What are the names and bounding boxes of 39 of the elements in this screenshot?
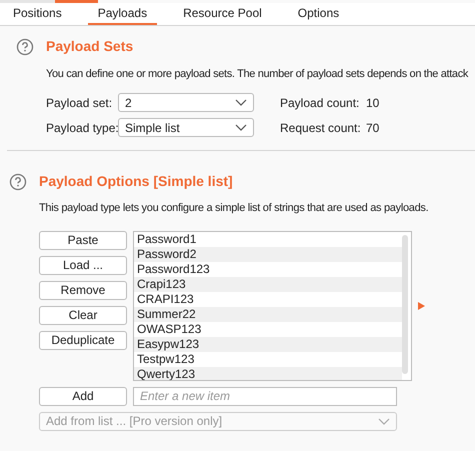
expand-arrow-icon[interactable] bbox=[418, 302, 425, 310]
field-label: Payload type: bbox=[46, 120, 118, 136]
dropdown[interactable]: Simple list bbox=[118, 118, 254, 137]
dropdown[interactable]: 2 bbox=[118, 93, 254, 112]
list-item[interactable]: Crapi123 bbox=[134, 276, 402, 292]
tab[interactable]: Payloads bbox=[88, 3, 158, 25]
action-button[interactable]: Add bbox=[39, 386, 127, 406]
help-icon[interactable] bbox=[9, 172, 27, 190]
help-icon[interactable] bbox=[16, 38, 34, 56]
stat-value: 70 bbox=[366, 120, 380, 136]
list-item[interactable]: Easypw123 bbox=[134, 336, 402, 352]
list-item[interactable]: Password123 bbox=[134, 262, 402, 276]
section-description: This payload type lets you configure a simple list of strings that are used as payloads. bbox=[39, 202, 428, 214]
action-button[interactable]: Load ... bbox=[39, 256, 127, 274]
tab[interactable]: Options bbox=[288, 3, 350, 25]
action-button[interactable]: Paste bbox=[39, 230, 127, 250]
list-item[interactable]: CRAPI123 bbox=[134, 292, 402, 306]
list-item[interactable]: OWASP123 bbox=[134, 322, 402, 336]
chevron-down-icon bbox=[235, 124, 247, 131]
section-description: You can define one or more payload sets. The number of payload sets depends on the attack bbox=[46, 68, 468, 80]
chevron-down-icon bbox=[378, 418, 390, 424]
list-item[interactable]: Password2 bbox=[134, 246, 402, 262]
stat-label: Payload count: bbox=[280, 94, 360, 112]
chevron-down-icon bbox=[235, 99, 247, 106]
action-button[interactable]: Remove bbox=[39, 280, 127, 300]
list-item[interactable]: Summer22 bbox=[134, 306, 402, 322]
stat-label: Request count: bbox=[280, 120, 362, 136]
tab[interactable]: Resource Pool bbox=[173, 3, 272, 25]
field-label: Payload set: bbox=[46, 94, 114, 112]
action-button[interactable]: Clear bbox=[39, 306, 127, 324]
new-item-field[interactable]: Enter a new item bbox=[133, 386, 397, 406]
section-title: Payload Options [Simple list] bbox=[39, 172, 233, 191]
action-button[interactable]: Deduplicate bbox=[39, 330, 127, 350]
scrollbar[interactable] bbox=[402, 234, 408, 374]
tab-indicator bbox=[55, 0, 98, 3]
section-title: Payload Sets bbox=[46, 37, 134, 56]
stat-value: 10 bbox=[366, 94, 380, 112]
list-item[interactable]: Testpw123 bbox=[134, 352, 402, 366]
tab[interactable]: Positions bbox=[3, 3, 72, 25]
